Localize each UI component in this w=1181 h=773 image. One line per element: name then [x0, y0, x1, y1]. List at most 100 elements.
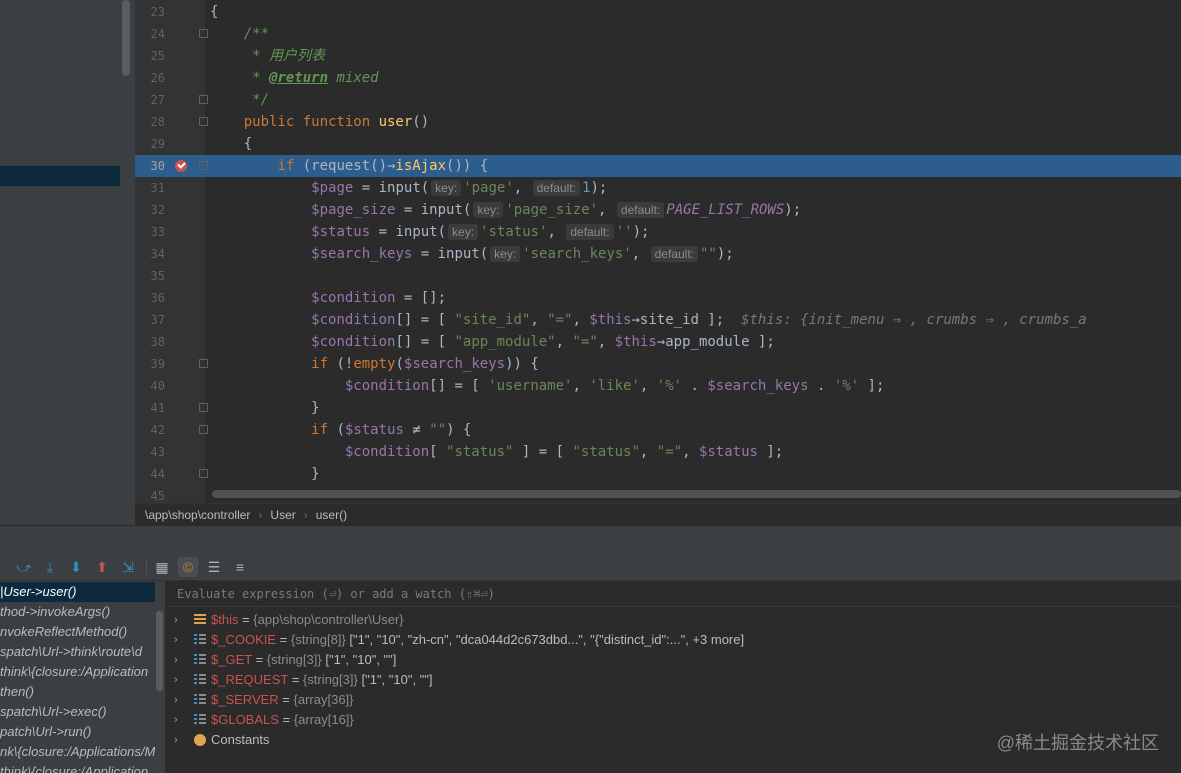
- show-execution-point-icon[interactable]: ⤻: [14, 557, 34, 577]
- line-number[interactable]: 36: [135, 287, 165, 309]
- fold-icon[interactable]: [199, 161, 208, 170]
- stack-frame[interactable]: nvokeReflectMethod(): [0, 622, 155, 642]
- expand-arrow-icon[interactable]: ›: [174, 710, 178, 730]
- code-line[interactable]: 39 if (!empty($search_keys)) {: [135, 353, 1181, 375]
- stack-frame[interactable]: |User->user(): [0, 582, 155, 602]
- variable-row[interactable]: › $_SERVER = {array[36]}: [168, 690, 1181, 710]
- code-line[interactable]: 36 $condition = [];: [135, 287, 1181, 309]
- frames-scrollbar[interactable]: [156, 611, 163, 691]
- expand-arrow-icon[interactable]: ›: [174, 670, 178, 690]
- breadcrumb-path[interactable]: \app\shop\controller: [145, 508, 250, 522]
- evaluate-expression-input[interactable]: Evaluate expression (⏎) or add a watch (…: [168, 581, 1181, 607]
- code-editor[interactable]: 23{24 /** 25 * 用户列表 26 * @return mixed 27 *…: [135, 0, 1181, 503]
- line-number[interactable]: 23: [135, 1, 165, 23]
- code-line[interactable]: 42 if ($status ≠ "") {: [135, 419, 1181, 441]
- stack-frame[interactable]: then(): [0, 682, 155, 702]
- evaluate-table-icon[interactable]: ▦: [152, 557, 172, 577]
- line-number[interactable]: 42: [135, 419, 165, 441]
- expand-arrow-icon[interactable]: ›: [174, 630, 178, 650]
- code-line[interactable]: 28 public function user(): [135, 111, 1181, 133]
- line-number[interactable]: 24: [135, 23, 165, 45]
- add-watch-icon[interactable]: ≡: [230, 557, 250, 577]
- variable-row[interactable]: › $GLOBALS = {array[16]}: [168, 710, 1181, 730]
- fold-icon[interactable]: [199, 403, 208, 412]
- line-number[interactable]: 39: [135, 353, 165, 375]
- list-view-icon[interactable]: ☰: [204, 557, 224, 577]
- step-out-icon[interactable]: ⬆: [92, 557, 112, 577]
- code-line[interactable]: 35: [135, 265, 1181, 287]
- fold-icon[interactable]: [199, 359, 208, 368]
- stack-frame[interactable]: think\{closure:/Application: [0, 762, 155, 773]
- expand-arrow-icon[interactable]: ›: [174, 730, 178, 750]
- line-number[interactable]: 40: [135, 375, 165, 397]
- stack-frame[interactable]: nk\{closure:/Applications/M: [0, 742, 155, 762]
- stack-frame[interactable]: thod->invokeArgs(): [0, 602, 155, 622]
- code-line[interactable]: 25 * 用户列表: [135, 45, 1181, 67]
- breakpoint-icon[interactable]: [175, 160, 187, 172]
- code-line[interactable]: 41 }: [135, 397, 1181, 419]
- code-line[interactable]: 24 /**: [135, 23, 1181, 45]
- breadcrumb-method[interactable]: user(): [316, 508, 347, 522]
- fold-icon[interactable]: [199, 425, 208, 434]
- code-line[interactable]: 44 }: [135, 463, 1181, 485]
- expand-arrow-icon[interactable]: ›: [174, 690, 178, 710]
- code-line[interactable]: 34 $search_keys = input(key:'search_keys…: [135, 243, 1181, 265]
- step-over-icon[interactable]: ⤓: [40, 557, 60, 577]
- fold-icon[interactable]: [199, 117, 208, 126]
- code-line[interactable]: 38 $condition[] = [ "app_module", "=", $…: [135, 331, 1181, 353]
- line-number[interactable]: 41: [135, 397, 165, 419]
- code-token: = input(: [412, 246, 489, 262]
- code-line[interactable]: 31 $page = input(key:'page', default: 1);: [135, 177, 1181, 199]
- project-scrollbar[interactable]: [122, 0, 130, 76]
- code-token: $this: [614, 334, 657, 350]
- breadcrumb-class[interactable]: User: [270, 508, 295, 522]
- code-line[interactable]: 32 $page_size = input(key:'page_size', d…: [135, 199, 1181, 221]
- line-number[interactable]: 28: [135, 111, 165, 133]
- line-number[interactable]: 37: [135, 309, 165, 331]
- code-line-current[interactable]: 30 if (request()→isAjax()) {: [135, 155, 1181, 177]
- expand-arrow-icon[interactable]: ›: [174, 610, 178, 630]
- editor-horizontal-scrollbar[interactable]: [212, 490, 1181, 498]
- expand-arrow-icon[interactable]: ›: [174, 650, 178, 670]
- project-tree-selection[interactable]: [0, 166, 120, 186]
- variable-row[interactable]: › $_COOKIE = {string[8]} ["1", "10", "zh-…: [168, 630, 1181, 650]
- code-line[interactable]: 33 $status = input(key:'status', default…: [135, 221, 1181, 243]
- code-line[interactable]: 29 {: [135, 133, 1181, 155]
- fold-icon[interactable]: [199, 29, 208, 38]
- line-number[interactable]: 30: [135, 155, 165, 177]
- line-number[interactable]: 38: [135, 331, 165, 353]
- code-token: ,: [631, 246, 649, 262]
- line-number[interactable]: 33: [135, 221, 165, 243]
- stack-frame[interactable]: spatch\Url->exec(): [0, 702, 155, 722]
- line-number[interactable]: 43: [135, 441, 165, 463]
- variable-row[interactable]: › $_GET = {string[3]} ["1", "10", ""]: [168, 650, 1181, 670]
- variable-row[interactable]: › $_REQUEST = {string[3]} ["1", "10", ""]: [168, 670, 1181, 690]
- line-number[interactable]: 35: [135, 265, 165, 287]
- line-number[interactable]: 32: [135, 199, 165, 221]
- fold-icon[interactable]: [199, 95, 208, 104]
- line-number[interactable]: 44: [135, 463, 165, 485]
- stack-frame[interactable]: spatch\Url->think\route\d: [0, 642, 155, 662]
- fold-icon[interactable]: [199, 469, 208, 478]
- line-number[interactable]: 29: [135, 133, 165, 155]
- variable-type: {string[3]}: [302, 672, 358, 687]
- line-number[interactable]: 34: [135, 243, 165, 265]
- line-number[interactable]: 27: [135, 89, 165, 111]
- line-number[interactable]: 31: [135, 177, 165, 199]
- line-number[interactable]: 26: [135, 67, 165, 89]
- run-to-cursor-icon[interactable]: ⇲: [118, 557, 138, 577]
- variable-row[interactable]: › $this = {app\shop\controller\User}: [168, 610, 1181, 630]
- line-number[interactable]: 25: [135, 45, 165, 67]
- show-constants-icon[interactable]: ©: [178, 557, 198, 577]
- stack-frame[interactable]: think\{closure:/Application: [0, 662, 155, 682]
- code-text: /**: [210, 23, 269, 45]
- stack-frame[interactable]: patch\Url->run(): [0, 722, 155, 742]
- force-step-into-icon[interactable]: [66, 557, 86, 577]
- variable-value: ["1", "10", ""]: [325, 652, 397, 667]
- code-line[interactable]: 37 $condition[] = [ "site_id", "=", $thi…: [135, 309, 1181, 331]
- code-line[interactable]: 23 {: [135, 1, 1181, 23]
- code-line[interactable]: 40 $condition[] = [ 'username', 'like', …: [135, 375, 1181, 397]
- code-line[interactable]: 26 * @return mixed: [135, 67, 1181, 89]
- code-line[interactable]: 43 $condition[ "status" ] = [ "status", …: [135, 441, 1181, 463]
- code-line[interactable]: 27 */: [135, 89, 1181, 111]
